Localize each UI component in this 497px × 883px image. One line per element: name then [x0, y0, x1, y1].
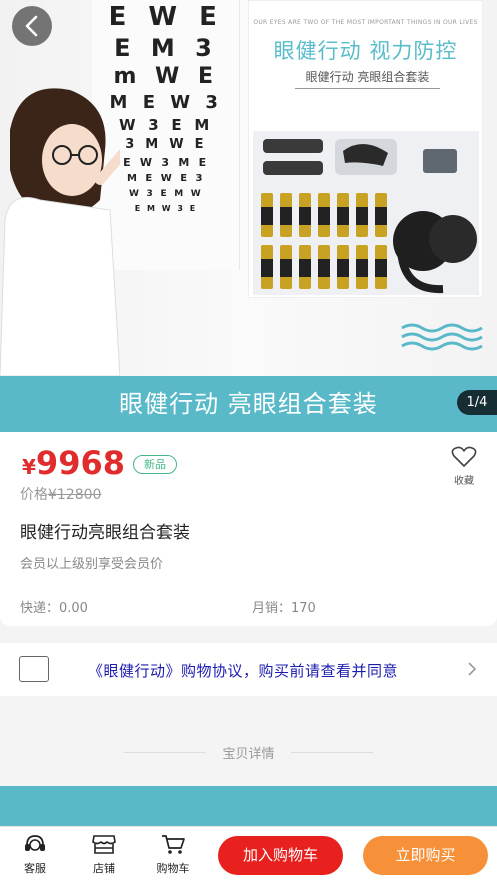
tab-store-label: 店铺 — [93, 862, 115, 875]
banner-caption-strip: 眼健行动 亮眼组合套装 — [0, 376, 497, 432]
add-to-cart-button[interactable]: 加入购物车 — [218, 836, 343, 875]
currency-symbol: ¥ — [22, 455, 36, 479]
chevron-right-icon — [468, 662, 477, 676]
promo-english-text: OUR EYES ARE TWO OF THE MOST IMPORTANT T… — [253, 19, 478, 26]
monthly-sales: 月销：170 — [252, 601, 316, 616]
details-label: 宝贝详情 — [222, 747, 275, 762]
carousel-page-indicator: 1/4 — [457, 390, 497, 415]
product-photo: E W EE M 3m W EM E W 3W 3 E M3 M W EE W … — [0, 0, 497, 376]
battery-label — [375, 259, 387, 277]
battery-label — [261, 207, 273, 225]
member-price-note: 会员以上级别享受会员价 — [20, 557, 164, 572]
original-price-label: 价格 — [20, 487, 48, 503]
original-price-value: ¥12800 — [48, 487, 102, 503]
battery-label — [299, 259, 311, 277]
battery-label — [356, 259, 368, 277]
current-price: ¥9968 — [22, 444, 125, 482]
wave-decoration — [401, 323, 483, 351]
bottom-action-bar: 客服 店铺 购物车 加入购物车 立即购买 — [0, 826, 497, 883]
battery-label — [299, 207, 311, 225]
battery-label — [337, 207, 349, 225]
battery-label — [375, 207, 387, 225]
battery-label — [318, 207, 330, 225]
battery-label — [356, 207, 368, 225]
battery-label — [280, 259, 292, 277]
battery-label — [280, 207, 292, 225]
customer-service-icon — [25, 835, 45, 851]
eye-chart-row: E W E — [108, 2, 224, 32]
girl-illustration — [0, 88, 120, 376]
divider-right — [291, 752, 373, 753]
product-info-card: ¥9968 新品 收藏 价格¥12800 眼健行动亮眼组合套装 会员以上级别享受… — [0, 432, 497, 626]
chevron-left-icon — [25, 15, 38, 37]
battery-label — [261, 259, 273, 277]
tab-cart[interactable]: 购物车 — [153, 833, 193, 876]
purchase-agreement-row[interactable]: 《眼健行动》购物协议，购买前请查看并同意 — [0, 643, 497, 696]
promo-subtitle: 眼健行动 亮眼组合套装 — [295, 68, 440, 89]
tab-store[interactable]: 店铺 — [84, 833, 124, 876]
tab-customer-service[interactable]: 客服 — [15, 833, 55, 876]
details-section: 宝贝详情 — [0, 696, 497, 786]
favorite-button[interactable]: 收藏 — [449, 446, 479, 487]
agreement-text[interactable]: 《眼健行动》购物协议，购买前请查看并同意 — [88, 660, 398, 681]
new-badge: 新品 — [133, 455, 177, 474]
store-icon — [92, 835, 116, 854]
banner-caption: 眼健行动 亮眼组合套装 — [119, 390, 378, 418]
cart-icon — [162, 835, 185, 854]
product-image-carousel[interactable]: E W EE M 3m W EM E W 3W 3 E M3 M W EE W … — [0, 0, 497, 432]
promo-card: OUR EYES ARE TWO OF THE MOST IMPORTANT T… — [248, 0, 483, 298]
buy-now-button[interactable]: 立即购买 — [363, 836, 488, 875]
battery-label — [318, 259, 330, 277]
details-image-top — [0, 786, 497, 826]
product-kit-image — [253, 131, 479, 295]
heart-icon — [451, 446, 477, 467]
back-button[interactable] — [12, 6, 52, 46]
battery-label — [337, 259, 349, 277]
eye-chart-row: E M 3 — [114, 34, 218, 62]
promo-title: 眼健行动 视力防控 — [273, 39, 458, 63]
product-title: 眼健行动亮眼组合套装 — [20, 523, 190, 543]
tab-customer-service-label: 客服 — [24, 862, 46, 875]
favorite-label: 收藏 — [454, 476, 474, 487]
original-price: 价格¥12800 — [20, 484, 101, 504]
shipping-fee: 快递：0.00 — [20, 601, 88, 616]
price-value: 9968 — [35, 444, 125, 482]
tab-cart-label: 购物车 — [156, 862, 190, 875]
agreement-checkbox[interactable] — [19, 656, 49, 682]
